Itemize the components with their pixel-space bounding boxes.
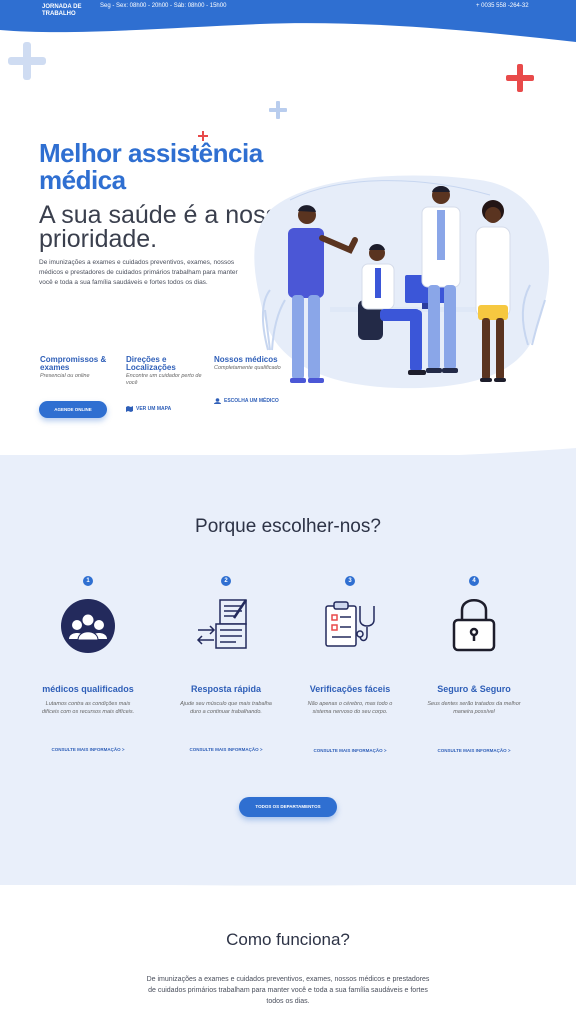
step-number: 2 [221, 576, 231, 586]
feature-subtitle: Encontre um cuidador perto de você [126, 373, 202, 386]
feature-title: Direções e Localizações [126, 355, 176, 372]
card-title: médicos qualificados [42, 684, 134, 694]
read-more-link[interactable]: Consulte mais informação > [166, 747, 286, 752]
medical-team-illustration [254, 175, 550, 389]
card-description: Seus dentes serão tratados da melhor man… [427, 701, 521, 715]
phone-number[interactable]: + 0035 558 -264-32 [476, 3, 529, 9]
feature-card-fast-response: 2 Resposta rápida Ajude seu músculo que … [166, 576, 286, 752]
opening-hours: Seg - Sex: 08h00 - 20h00 - Sáb: 08h00 - … [100, 3, 227, 9]
how-description: De imunizações a exames e cuidados preve… [146, 976, 430, 1005]
step-number: 4 [469, 576, 479, 586]
choose-doctor-label: Escolha um médico [224, 398, 279, 404]
map-icon [126, 406, 133, 412]
top-bar: Jornada de Trabalho Seg - Sex: 08h00 - 2… [0, 0, 576, 44]
read-more-link[interactable]: Consulte mais informação > [414, 748, 534, 753]
hero-description: De imunizações a exames e cuidados preve… [39, 259, 238, 286]
card-description: Lutamos contra as condições mais difícei… [41, 701, 135, 715]
feature-card-easy-checks: 3 Verificações fáceis Não apenas o céreb… [290, 576, 410, 753]
plus-icon [506, 64, 534, 92]
card-description: Não apenas o cérebro, mas todo o sistema… [307, 701, 393, 715]
feature-appointments[interactable]: Compromissos & exames Presencial ou onli… [40, 356, 120, 380]
feature-card-qualified: 1 médicos qualificados Lutamos contra as… [28, 576, 148, 752]
feature-subtitle: Presencial ou online [40, 373, 90, 379]
lock-icon [444, 592, 504, 654]
clipboard-stethoscope-icon [320, 592, 380, 654]
choose-doctor-link[interactable]: Escolha um médico [214, 398, 279, 404]
doctors-icon [58, 592, 118, 654]
all-departments-button[interactable]: Todos os departamentos [239, 797, 337, 817]
schedule-online-button[interactable]: Agende online [39, 401, 107, 418]
card-title: Seguro & Seguro [437, 684, 511, 694]
read-more-link[interactable]: Consulte mais informação > [28, 747, 148, 752]
view-map-label: Ver um mapa [136, 406, 172, 412]
plus-icon [269, 101, 287, 119]
view-map-link[interactable]: Ver um mapa [126, 406, 171, 412]
card-title: Resposta rápida [190, 684, 262, 694]
card-description: Ajude seu músculo que mais trabalha duro… [180, 701, 272, 715]
plus-icon [8, 42, 46, 80]
logo[interactable]: Jornada de Trabalho [42, 4, 102, 18]
card-title: Verificações fáceis [309, 684, 391, 694]
documents-icon [196, 592, 256, 654]
read-more-link[interactable]: Consulte mais informação > [290, 748, 410, 753]
step-number: 3 [345, 576, 355, 586]
section-wave-bottom [0, 876, 576, 886]
feature-title: Compromissos & exames [40, 355, 107, 372]
feature-locations[interactable]: Direções e Localizações Encontre um cuid… [126, 356, 206, 387]
feature-card-insurance: 4 Seguro & Seguro Seus dentes serão trat… [414, 576, 534, 753]
why-title: Porque escolher-nos? [195, 516, 381, 537]
step-number: 1 [83, 576, 93, 586]
how-title: Como funciona? [226, 930, 350, 949]
doctor-icon [214, 398, 221, 404]
